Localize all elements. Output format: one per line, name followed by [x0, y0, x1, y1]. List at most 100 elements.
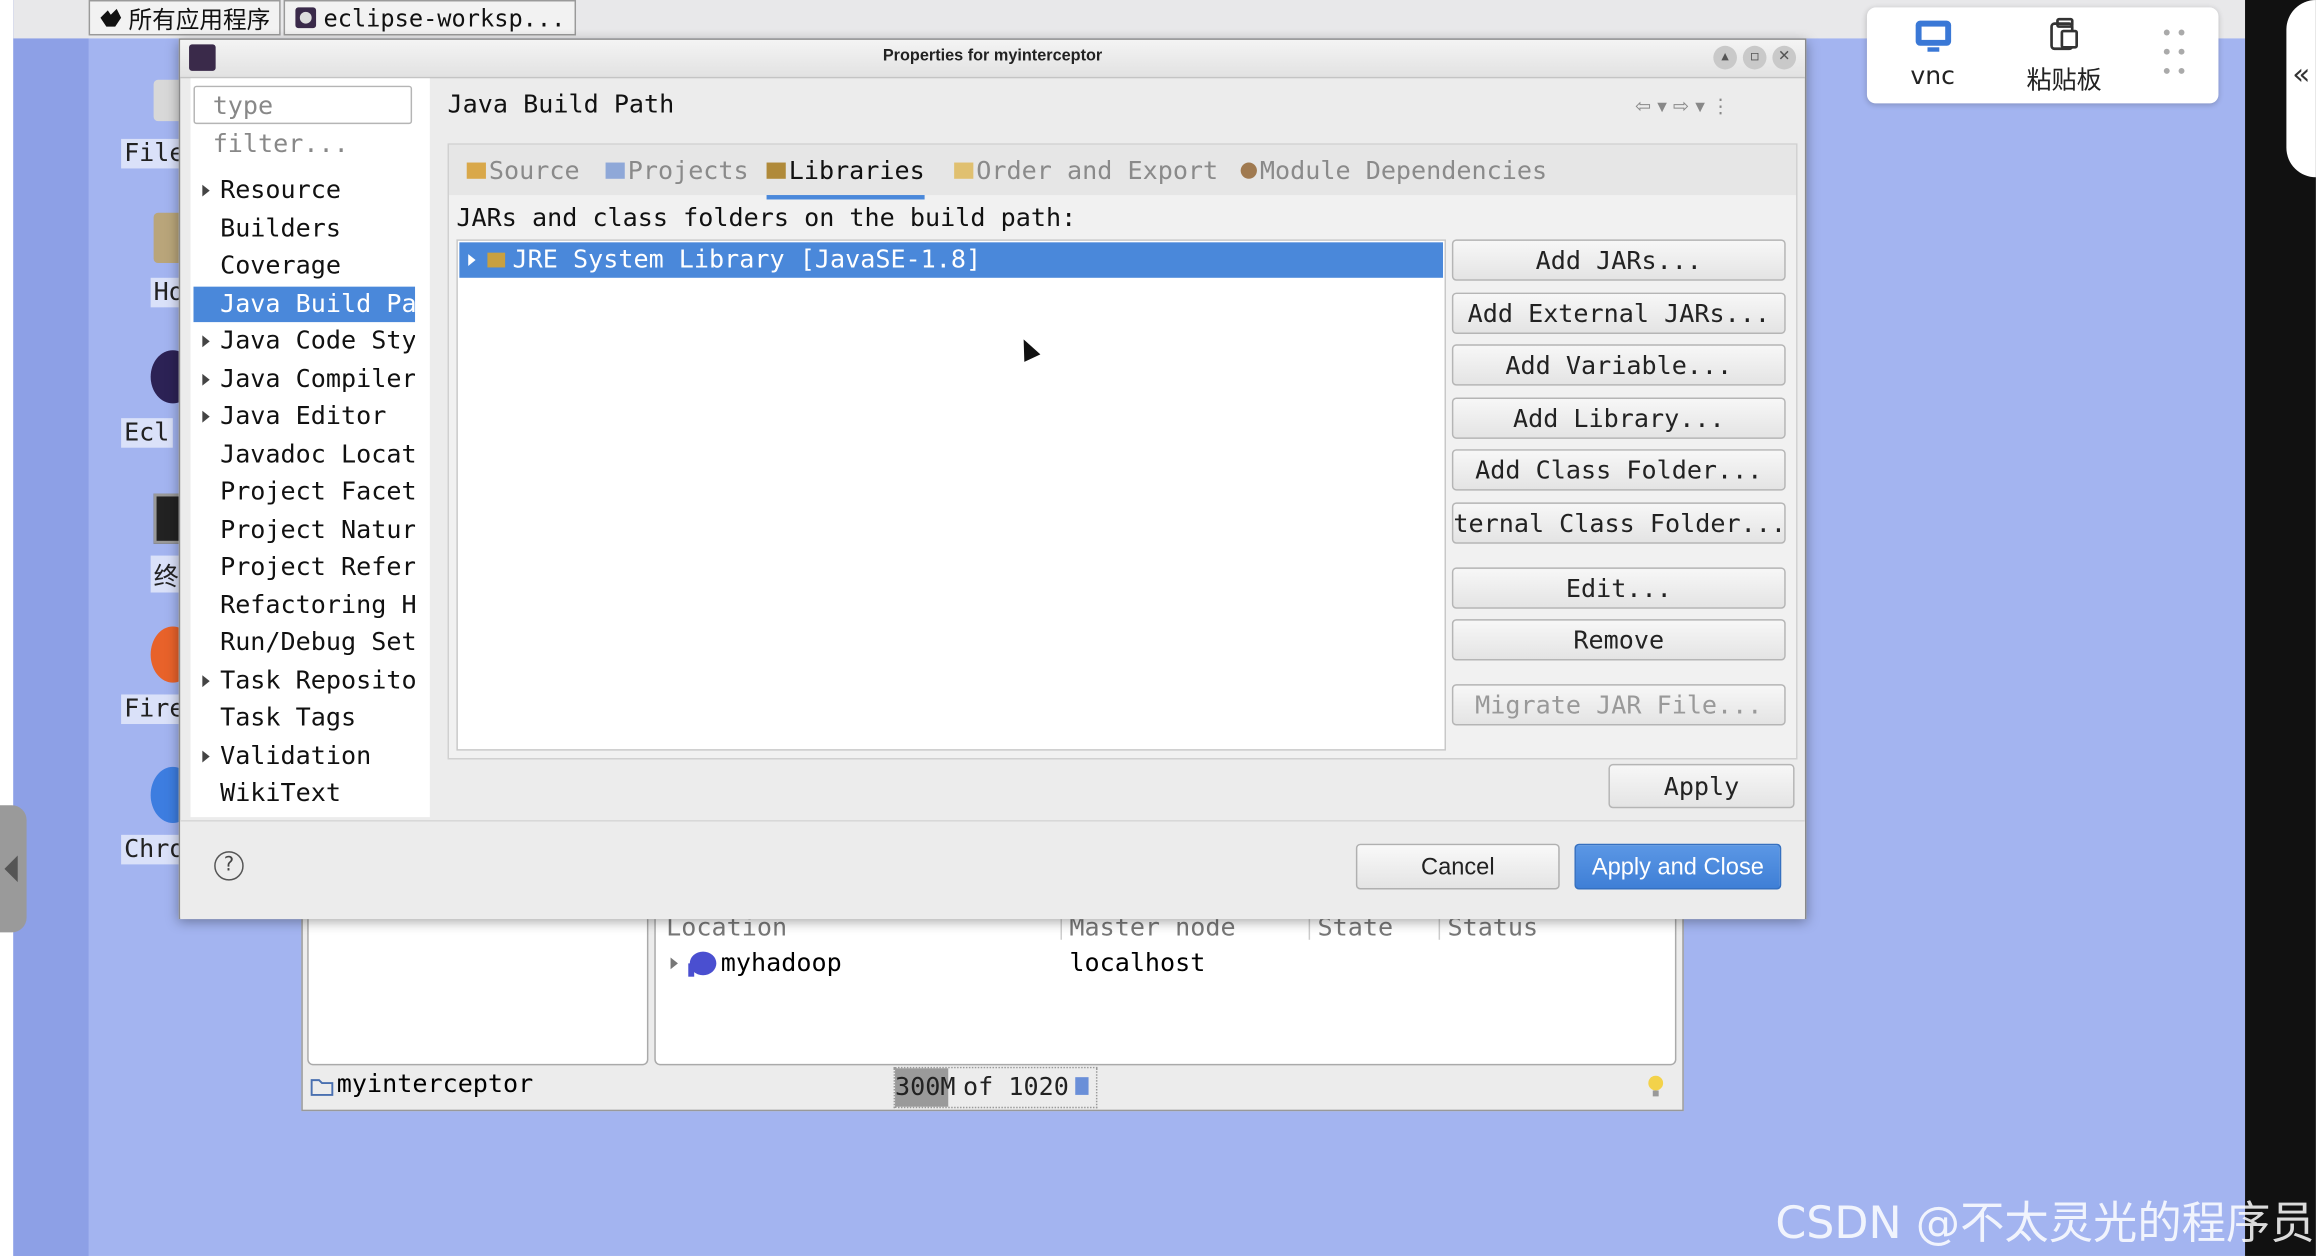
vnc-toolbar: vnc 粘贴板 — [1866, 7, 2219, 104]
nav-item[interactable]: Builders — [193, 211, 415, 246]
nav-item[interactable]: Resource — [193, 173, 415, 208]
apply-button[interactable]: Apply — [1608, 763, 1795, 809]
dialog-titlebar[interactable]: Properties for myinterceptor ▴ ▫ ✕ — [180, 39, 1805, 79]
add-external-class-folder-button[interactable]: ternal Class Folder... — [1451, 502, 1786, 544]
nav-item[interactable]: WikiText — [193, 776, 415, 811]
left-side-handle[interactable] — [0, 805, 27, 933]
hadoop-elephant-icon — [685, 949, 717, 984]
library-entry-label: JRE System Library [JavaSE-1.8] — [512, 245, 982, 275]
list-item[interactable]: JRE System Library [JavaSE-1.8] — [459, 242, 1444, 278]
forward-dropdown-icon[interactable]: ▾ — [1695, 96, 1705, 118]
nav-item[interactable]: Project Natur — [193, 512, 415, 547]
nav-item[interactable]: Project Facet — [193, 474, 415, 509]
restore-button[interactable]: ▫ — [1742, 45, 1767, 70]
nav-item[interactable]: Task Reposito — [193, 663, 415, 698]
view-menu-icon[interactable]: ⋮ — [1711, 96, 1730, 118]
history-nav: ⇦ ▾ ⇨ ▾ ⋮ — [1635, 96, 1730, 118]
heap-used: 300M — [895, 1072, 956, 1103]
collapse-side-tab[interactable]: « — [2286, 0, 2316, 178]
tab-order-export-label: Order and Export — [976, 156, 1219, 187]
applications-menu-button[interactable]: 所有应用程序 — [88, 0, 281, 36]
help-icon[interactable]: ? — [214, 851, 244, 881]
tab-module-dependencies[interactable]: Module Dependencies — [1240, 157, 1547, 195]
nav-item-label: Java Compiler — [220, 364, 416, 394]
table-row[interactable]: myhadoop localhost — [656, 946, 1672, 981]
right-edge-area — [2245, 0, 2316, 1256]
project-folder-icon — [310, 1074, 334, 1102]
status-bar: myinterceptor 300M of 1020 — [303, 1065, 1683, 1109]
nav-item[interactable]: Validation — [193, 738, 415, 773]
expand-triangle-icon[interactable] — [202, 373, 210, 385]
edit-button[interactable]: Edit... — [1451, 567, 1786, 609]
library-list[interactable]: JRE System Library [JavaSE-1.8] — [456, 239, 1446, 751]
nav-item[interactable]: Coverage — [193, 248, 415, 283]
add-variable-button[interactable]: Add Variable... — [1451, 344, 1786, 386]
desktop-icon-chrome-label: Chro — [121, 834, 188, 865]
heap-status[interactable]: 300M of 1020 — [893, 1066, 1098, 1109]
chevron-up-icon: ▴ — [1721, 48, 1729, 66]
projects-icon — [605, 162, 625, 179]
tab-projects[interactable]: Projects — [605, 157, 749, 195]
nav-item-label: Java Editor — [220, 401, 387, 432]
expand-triangle-icon[interactable] — [202, 410, 210, 423]
lightbulb-icon[interactable] — [1647, 1074, 1665, 1104]
close-icon: ✕ — [1778, 48, 1791, 66]
nav-item[interactable]: Java Compiler — [193, 361, 415, 396]
double-chevron-left-icon: « — [2292, 56, 2311, 92]
clipboard-button[interactable]: 粘贴板 — [1998, 7, 2129, 103]
nav-item[interactable]: Java Build Pa — [193, 285, 416, 322]
nav-item-label: Resource — [220, 175, 342, 206]
expand-triangle-icon[interactable] — [202, 674, 210, 687]
nav-item[interactable]: Java Editor — [193, 399, 415, 434]
grip-dots-icon — [2159, 25, 2189, 86]
apply-and-close-button[interactable]: Apply and Close — [1574, 843, 1782, 890]
taskbar-eclipse-label: eclipse-worksp... — [323, 3, 566, 32]
filter-input[interactable]: type filter... — [193, 85, 413, 160]
vnc-button[interactable]: vnc — [1867, 7, 1998, 103]
clipboard-label: 粘贴板 — [2026, 65, 2102, 96]
add-class-folder-button[interactable]: Add Class Folder... — [1451, 449, 1786, 491]
nav-item[interactable]: Javadoc Locat — [193, 437, 415, 472]
desktop-icon-terminal-label: 终 — [150, 555, 182, 593]
nav-item-label: Task Tags — [220, 703, 357, 733]
close-button[interactable]: ✕ — [1772, 45, 1797, 70]
column-divider — [1308, 916, 1311, 940]
left-edge-strip — [0, 0, 14, 1256]
nav-item[interactable]: Task Tags — [193, 700, 415, 735]
nav-item-label: Project Facet — [220, 477, 416, 507]
trash-icon[interactable] — [1075, 1077, 1089, 1095]
expand-triangle-icon[interactable] — [202, 335, 210, 348]
expand-triangle-icon[interactable] — [202, 184, 210, 197]
taskbar-eclipse-window[interactable]: eclipse-worksp... — [283, 0, 576, 36]
expand-triangle-icon[interactable] — [670, 957, 678, 970]
nav-item-label: Builders — [220, 213, 342, 244]
back-arrow-icon[interactable]: ⇦ — [1635, 96, 1651, 118]
add-jars-button[interactable]: Add JARs... — [1451, 239, 1786, 281]
back-dropdown-icon[interactable]: ▾ — [1657, 96, 1667, 118]
remove-button[interactable]: Remove — [1451, 619, 1786, 661]
dialog-footer: ? Cancel Apply and Close — [180, 820, 1805, 920]
nav-item-label: Task Reposito — [220, 665, 416, 696]
jars-label: JARs and class folders on the build path… — [456, 203, 1077, 234]
source-folder-icon — [466, 162, 486, 179]
tab-order-export[interactable]: Order and Export — [954, 157, 1218, 195]
nav-item[interactable]: Refactoring H — [193, 587, 415, 622]
drag-handle[interactable] — [2130, 7, 2219, 103]
add-library-button[interactable]: Add Library... — [1451, 397, 1786, 439]
maximize-button[interactable]: ▴ — [1713, 45, 1737, 70]
nav-item[interactable]: Java Code Sty — [193, 324, 415, 359]
nav-item-label: Project Refer — [220, 552, 416, 583]
add-external-jars-button[interactable]: Add External JARs... — [1451, 292, 1786, 334]
cancel-button[interactable]: Cancel — [1355, 843, 1560, 890]
properties-nav: type filter... Resource Builders Coverage J… — [190, 78, 430, 818]
expand-triangle-icon[interactable] — [202, 749, 210, 762]
desktop-icon-file-label: File — [121, 138, 188, 169]
nav-item[interactable]: Project Refer — [193, 550, 415, 585]
tab-libraries[interactable]: Libraries — [766, 157, 925, 200]
expand-triangle-icon[interactable] — [468, 254, 476, 266]
forward-arrow-icon[interactable]: ⇨ — [1673, 96, 1689, 118]
nav-item[interactable]: Run/Debug Set — [193, 625, 415, 660]
nav-item-label: Java Build Pa — [220, 288, 416, 319]
tab-source[interactable]: Source — [466, 157, 580, 195]
order-export-icon — [954, 162, 974, 179]
